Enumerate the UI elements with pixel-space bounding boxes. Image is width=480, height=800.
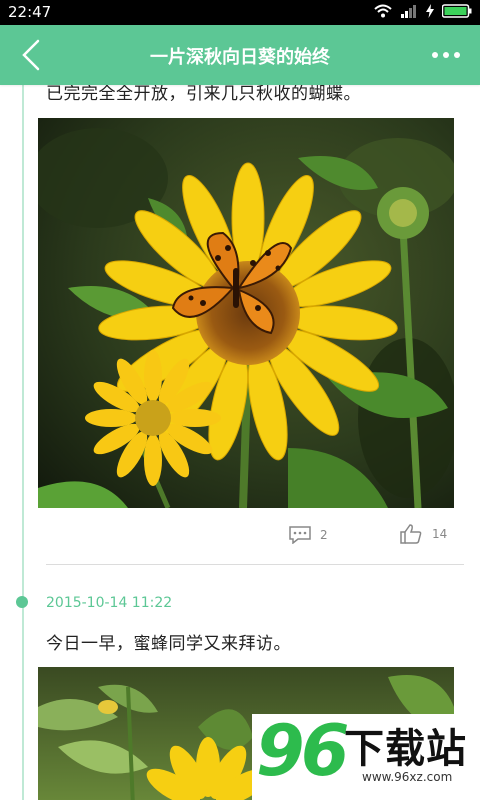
like-button[interactable]: 14 — [400, 524, 447, 544]
timeline-line — [22, 85, 24, 800]
comment-icon — [289, 526, 311, 544]
like-count: 14 — [432, 527, 448, 541]
entry-photo-sunflower-butterfly[interactable] — [38, 118, 454, 508]
wifi-icon — [374, 4, 392, 18]
status-time: 22:47 — [8, 3, 52, 21]
battery-icon — [442, 4, 472, 18]
entry-actions: 2 14 — [38, 522, 454, 552]
more-options-button[interactable] — [430, 45, 462, 65]
entry-date: 2015-10-14 11:22 — [46, 595, 173, 611]
signal-icon — [401, 5, 416, 18]
app-header: 一片深秋向日葵的始终 — [0, 25, 480, 85]
watermark-url: www.96xz.com — [362, 770, 453, 784]
timeline-dot — [16, 596, 28, 608]
divider — [46, 564, 464, 565]
watermark-text: 下载站 — [344, 726, 467, 772]
page-title: 一片深秋向日葵的始终 — [150, 47, 330, 68]
thumbs-up-icon — [400, 524, 422, 544]
sunflower-butterfly-image — [38, 118, 454, 508]
entry-text: 今日一早，蜜蜂同学又来拜访。 — [46, 634, 291, 654]
status-icons — [374, 4, 472, 18]
watermark-logo: 96 下载站 www.96xz.com — [252, 710, 480, 800]
status-bar: 22:47 — [0, 0, 480, 25]
comment-button[interactable]: 2 — [288, 526, 328, 544]
charging-icon — [426, 4, 434, 18]
comment-count: 2 — [320, 528, 328, 542]
watermark-number: 96 — [256, 710, 349, 792]
